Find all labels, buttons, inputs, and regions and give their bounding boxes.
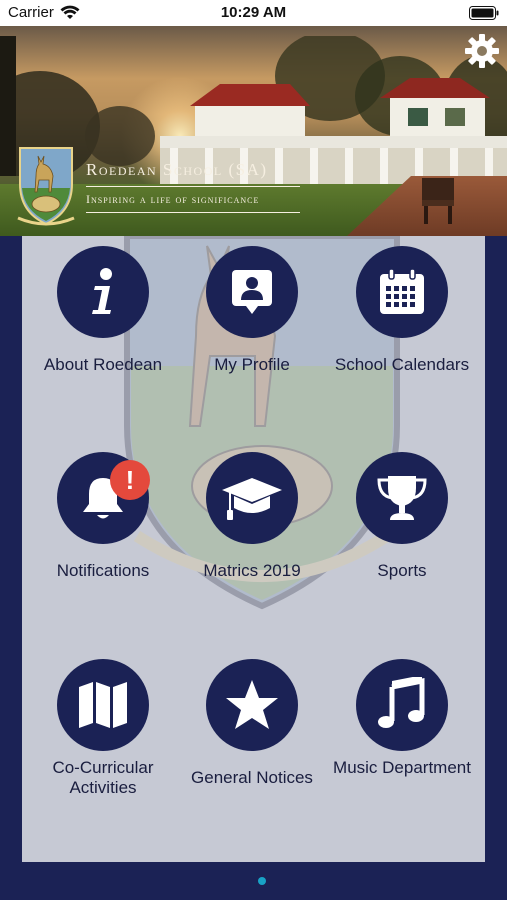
map-icon [79,682,127,728]
tile-label: Music Department [333,758,471,777]
tile-sports[interactable]: Sports [327,452,477,642]
star-circle [206,659,298,751]
info-icon [92,268,112,314]
tile-school-calendars[interactable]: School Calendars [327,246,477,436]
tile-label: About Roedean [43,355,163,374]
tile-label: General Notices [191,768,313,787]
school-name: Roedean School (SA) [86,160,268,179]
tile-label: Co-Curricular Activities [52,758,154,797]
map-circle [57,659,149,751]
calendar-icon [380,268,424,314]
battery-icon [469,6,499,20]
header-banner: Roedean School (SA) Inspiring a life of … [0,26,507,236]
school-motto: Inspiring a life of significance [86,192,260,206]
info-circle [57,246,149,338]
motto-top-rule [86,186,300,187]
music-circle [356,659,448,751]
tile-my-profile[interactable]: My Profile [177,246,327,436]
menu-panel: About Roedean My Profile School Calendar… [22,236,485,862]
tile-general-notices[interactable]: General Notices [177,659,327,849]
graduation-circle [206,452,298,544]
profile-icon [232,270,272,314]
gear-icon[interactable] [463,32,501,70]
status-bar: Carrier 10:29 AM [0,0,507,26]
school-crest-icon [17,147,75,226]
motto-bottom-rule [86,212,300,213]
tile-music-department[interactable]: Music Department [327,659,477,849]
tile-about-roedean[interactable]: About Roedean [28,246,178,436]
tile-label: Sports [377,561,427,580]
trophy-circle [356,452,448,544]
profile-circle [206,246,298,338]
tile-co-curricular-activities[interactable]: Co-Curricular Activities [28,659,178,849]
trophy-icon [377,476,427,520]
tile-label: Matrics 2019 [203,561,301,580]
status-time: 10:29 AM [220,4,287,21]
tile-notifications[interactable]: ! Notifications [28,452,178,642]
notification-badge: ! [110,460,150,500]
music-note-icon [378,677,425,728]
star-icon [226,680,278,729]
bench [422,178,454,224]
graduation-cap-icon [222,478,282,520]
tile-label: My Profile [214,355,290,374]
tile-label: Notifications [56,561,150,580]
page-indicator-dot[interactable] [258,877,266,885]
calendar-circle [356,246,448,338]
tile-label: School Calendars [334,355,470,374]
tile-matrics-2019[interactable]: Matrics 2019 [177,452,327,642]
